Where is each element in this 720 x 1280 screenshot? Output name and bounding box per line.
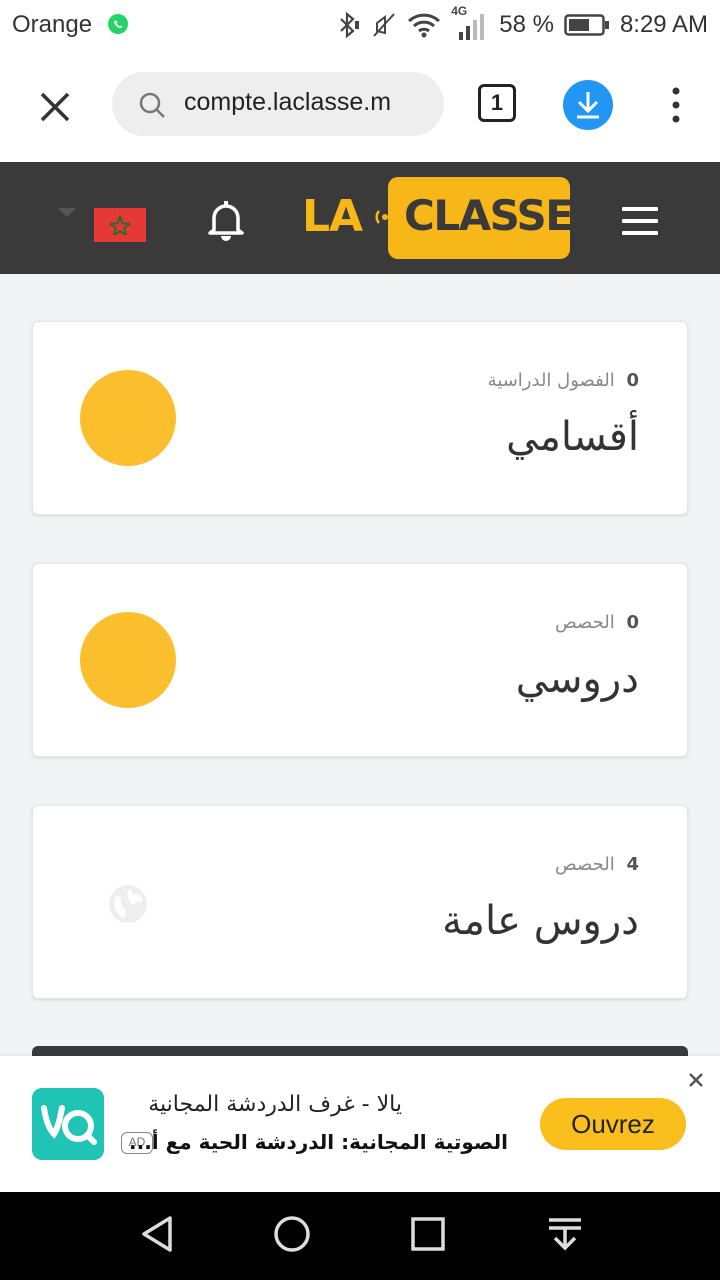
- bell-icon[interactable]: [206, 198, 246, 242]
- home-icon[interactable]: [272, 1214, 312, 1254]
- download-button[interactable]: [563, 80, 613, 130]
- logo-text-left: LA: [302, 191, 363, 242]
- browser-toolbar: compte.laclasse.m 1: [0, 50, 720, 163]
- battery-percent: 58 %: [499, 11, 554, 38]
- close-icon[interactable]: [688, 1072, 704, 1088]
- mute-icon: [373, 13, 395, 37]
- yellow-dot-icon: [80, 370, 176, 466]
- battery-icon: [564, 14, 609, 36]
- url-text[interactable]: compte.laclasse.m: [184, 88, 391, 117]
- tab-count: 1: [490, 90, 504, 115]
- card-count: 4: [626, 854, 639, 875]
- ad-subline: الصوتية المجانية: الدردشة الحية مع أ...: [129, 1130, 508, 1154]
- card-meta: 4 الحصص: [555, 854, 639, 875]
- address-bar[interactable]: compte.laclasse.m: [112, 72, 444, 136]
- recents-icon[interactable]: [410, 1214, 446, 1254]
- close-icon[interactable]: [32, 84, 78, 130]
- language-selector[interactable]: [58, 202, 148, 242]
- yellow-dot-icon: [80, 612, 176, 708]
- card-count: 0: [626, 612, 639, 633]
- chevron-down-icon: [58, 208, 76, 217]
- ad-open-button[interactable]: Ouvrez: [540, 1098, 686, 1150]
- card-title: دروس عامة: [442, 898, 639, 944]
- card-meta: 0 الحصص: [555, 612, 639, 633]
- app-icon[interactable]: [32, 1088, 104, 1160]
- logo-text-right: CLASSE: [404, 191, 574, 240]
- card-title: أقسامي: [506, 414, 639, 460]
- globe-icon: [109, 885, 147, 923]
- more-icon[interactable]: [664, 86, 688, 124]
- card-meta: 0 الفصول الدراسية: [488, 370, 639, 391]
- system-nav-bar: [0, 1192, 720, 1280]
- ad-banner[interactable]: يالا - غرف الدردشة المجانية AD الصوتية ا…: [0, 1056, 720, 1192]
- card-public-lessons[interactable]: 4 الحصص دروس عامة: [32, 805, 688, 999]
- hamburger-icon[interactable]: [622, 207, 658, 235]
- site-header: LA CLASSE: [0, 162, 720, 274]
- site-logo[interactable]: LA CLASSE: [302, 177, 574, 259]
- clock: 8:29 AM: [619, 11, 708, 38]
- ad-headline: يالا - غرف الدردشة المجانية: [148, 1092, 402, 1117]
- card-subtitle: الحصص: [554, 854, 615, 875]
- wifi-icon: [408, 13, 441, 38]
- card-subtitle: الحصص: [554, 612, 615, 633]
- tab-switcher-button[interactable]: 1: [478, 84, 516, 122]
- card-title: دروسي: [515, 656, 639, 702]
- search-icon: [139, 92, 165, 118]
- flag-icon: [94, 208, 146, 242]
- notifications-pull-icon[interactable]: [546, 1214, 584, 1254]
- back-icon[interactable]: [138, 1214, 176, 1254]
- signal-icon: 4G: [451, 4, 489, 40]
- card-my-lessons[interactable]: 0 الحصص دروسي: [32, 563, 688, 757]
- status-bar: Orange 4G 58 % 8:29 AM: [0, 0, 720, 50]
- bluetooth-icon: [340, 11, 360, 39]
- card-my-classes[interactable]: 0 الفصول الدراسية أقسامي: [32, 321, 688, 515]
- card-count: 0: [626, 370, 639, 391]
- whatsapp-icon: [108, 14, 128, 34]
- carrier-name: Orange: [12, 11, 93, 38]
- card-subtitle: الفصول الدراسية: [487, 370, 615, 391]
- download-icon: [577, 92, 599, 119]
